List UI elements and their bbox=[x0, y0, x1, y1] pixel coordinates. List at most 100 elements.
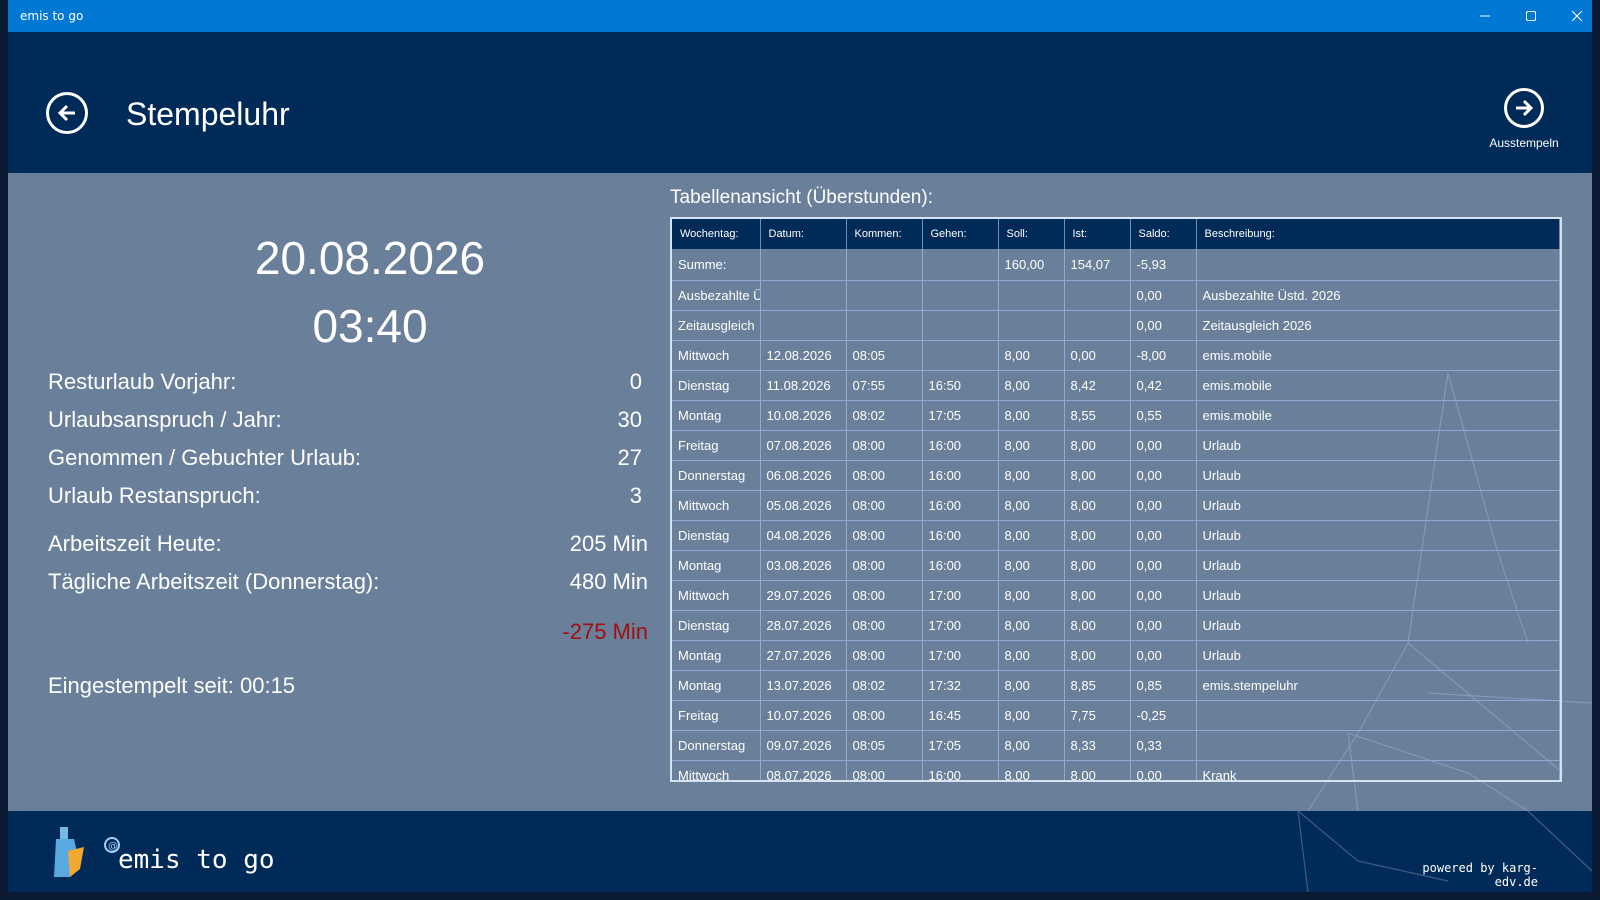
table-cell: 8,00 bbox=[1064, 460, 1131, 491]
table-cell: 8,00 bbox=[998, 580, 1065, 611]
table-cell: 17:00 bbox=[922, 580, 999, 611]
stat-row-worktime-today: Arbeitszeit Heute: 205 Min bbox=[48, 531, 648, 561]
table-cell: 8,00 bbox=[1064, 760, 1131, 780]
stat-row-previous-year-vacation: Resturlaub Vorjahr: 0 bbox=[48, 369, 648, 399]
table-row[interactable]: Dienstag 04.08.2026 08:00 16:00 8,00 8,00 0,00… bbox=[672, 520, 1560, 551]
table-row[interactable]: Donnerstag 09.07.2026 08:05 17:05 8,00 8,33 0,… bbox=[672, 730, 1560, 761]
table-cell: 8,00 bbox=[1064, 640, 1131, 671]
table-cell: 13.07.2026 bbox=[760, 670, 847, 701]
table-cell: Urlaub bbox=[1196, 490, 1560, 521]
table-row[interactable]: Freitag 10.07.2026 08:00 16:45 8,00 7,75 -0,25 bbox=[672, 700, 1560, 731]
table-row[interactable]: Mittwoch 05.08.2026 08:00 16:00 8,00 8,00 0,00… bbox=[672, 490, 1560, 521]
table-cell: 8,00 bbox=[998, 520, 1065, 551]
table-row[interactable]: Dienstag 28.07.2026 08:00 17:00 8,00 8,00 0,00… bbox=[672, 610, 1560, 641]
back-button[interactable] bbox=[46, 92, 88, 134]
table-cell: 17:05 bbox=[922, 400, 999, 431]
table-cell: 0,00 bbox=[1130, 460, 1197, 491]
table-cell: Ausbezahlte Ü bbox=[672, 280, 761, 311]
table-cell: 10.07.2026 bbox=[760, 700, 847, 731]
table-cell: 08:05 bbox=[846, 340, 923, 371]
stat-value: 0 bbox=[629, 369, 642, 394]
table-cell: 8,85 bbox=[1064, 670, 1131, 701]
stat-value: 205 Min bbox=[569, 531, 648, 556]
table-cell: emis.stempeluhr bbox=[1196, 670, 1560, 701]
table-cell: 8,00 bbox=[998, 400, 1065, 431]
table-cell: 0,00 bbox=[1130, 550, 1197, 581]
table-cell: Urlaub bbox=[1196, 550, 1560, 581]
maximize-button[interactable] bbox=[1508, 0, 1554, 32]
table-row[interactable]: Montag 27.07.2026 08:00 17:00 8,00 8,00 0,00 Ur… bbox=[672, 640, 1560, 671]
table-cell: 28.07.2026 bbox=[760, 610, 847, 641]
page-header: Stempeluhr Ausstempeln bbox=[8, 32, 1592, 173]
svg-text:@: @ bbox=[108, 841, 118, 852]
table-cell: 05.08.2026 bbox=[760, 490, 847, 521]
table-cell: Montag bbox=[672, 400, 761, 431]
table-cell: 0,00 bbox=[1130, 430, 1197, 461]
table-row[interactable]: Mittwoch 12.08.2026 08:05 8,00 0,00 -8,00 emis… bbox=[672, 340, 1560, 371]
minimize-button[interactable] bbox=[1462, 0, 1508, 32]
table-cell: 08.07.2026 bbox=[760, 760, 847, 780]
column-header[interactable]: Datum: bbox=[760, 219, 847, 249]
table-cell: 0,00 bbox=[1130, 310, 1197, 341]
close-icon bbox=[1572, 11, 1582, 21]
table-row[interactable]: Donnerstag 06.08.2026 08:00 16:00 8,00 8,00 0,… bbox=[672, 460, 1560, 491]
stat-value: 3 bbox=[629, 483, 642, 508]
table-row[interactable]: Mittwoch 08.07.2026 08:00 16:00 8,00 8,00 0,00… bbox=[672, 760, 1560, 780]
table-cell: Donnerstag bbox=[672, 730, 761, 761]
table-row[interactable]: Montag 10.08.2026 08:02 17:05 8,00 8,55 0,55 em… bbox=[672, 400, 1560, 431]
table-cell: 09.07.2026 bbox=[760, 730, 847, 761]
table-cell: 08:00 bbox=[846, 430, 923, 461]
table-cell: Mittwoch bbox=[672, 340, 761, 371]
table-cell bbox=[922, 340, 999, 371]
table-cell: 8,00 bbox=[998, 550, 1065, 581]
clock-out-button[interactable] bbox=[1504, 88, 1544, 128]
table-cell: 17:00 bbox=[922, 610, 999, 641]
table-cell: 08:00 bbox=[846, 520, 923, 551]
column-header[interactable]: Wochentag: bbox=[672, 219, 761, 249]
table-cell: 0,00 bbox=[1130, 490, 1197, 521]
column-header[interactable]: Soll: bbox=[998, 219, 1065, 249]
table-cell: 16:00 bbox=[922, 490, 999, 521]
table-cell: 8,00 bbox=[1064, 580, 1131, 611]
table-cell: 07.08.2026 bbox=[760, 430, 847, 461]
app-window: emis to go Stempeluhr Ausstempeln 20.08.… bbox=[8, 0, 1592, 892]
powered-by[interactable]: powered by karg-edv.de bbox=[1388, 861, 1538, 889]
table-cell: 8,00 bbox=[998, 610, 1065, 641]
close-button[interactable] bbox=[1554, 0, 1600, 32]
column-header[interactable]: Beschreibung: bbox=[1196, 219, 1560, 249]
column-header[interactable]: Saldo: bbox=[1130, 219, 1197, 249]
table-cell: 8,00 bbox=[998, 460, 1065, 491]
table-row[interactable]: Zeitausgleich 0,00 Zeitausgleich 2026 bbox=[672, 310, 1560, 341]
table-cell: 17:05 bbox=[922, 730, 999, 761]
table-cell: emis.mobile bbox=[1196, 370, 1560, 401]
column-header[interactable]: Ist: bbox=[1064, 219, 1131, 249]
overtime-table[interactable]: Wochentag: Datum: Kommen: Gehen: Soll: I… bbox=[670, 217, 1562, 782]
table-row[interactable]: Ausbezahlte Ü 0,00 Ausbezahlte Üstd. 2026 bbox=[672, 280, 1560, 311]
table-row[interactable]: Freitag 07.08.2026 08:00 16:00 8,00 8,00 0,00 U… bbox=[672, 430, 1560, 461]
table-cell: 16:00 bbox=[922, 430, 999, 461]
table-cell: Freitag bbox=[672, 700, 761, 731]
logo-text: emis to go bbox=[118, 845, 275, 875]
table-row[interactable]: Montag 13.07.2026 08:02 17:32 8,00 8,85 0,85 em… bbox=[672, 670, 1560, 701]
stat-row-remaining-vacation: Urlaub Restanspruch: 3 bbox=[48, 483, 648, 513]
table-row[interactable]: Mittwoch 29.07.2026 08:00 17:00 8,00 8,00 0,00… bbox=[672, 580, 1560, 611]
table-cell: 8,00 bbox=[998, 700, 1065, 731]
table-cell: 08:02 bbox=[846, 400, 923, 431]
table-row[interactable]: Montag 03.08.2026 08:00 16:00 8,00 8,00 0,00 Ur… bbox=[672, 550, 1560, 581]
column-header[interactable]: Gehen: bbox=[922, 219, 999, 249]
table-cell: 0,55 bbox=[1130, 400, 1197, 431]
footer: @ emis to go powered by karg-edv.de bbox=[8, 811, 1592, 892]
table-cell: 8,00 bbox=[998, 760, 1065, 780]
clock-out-label[interactable]: Ausstempeln bbox=[1468, 136, 1580, 150]
table-summary-row[interactable]: Summe: 160,00 154,07 -5,93 bbox=[672, 249, 1560, 281]
table-cell bbox=[1064, 310, 1131, 341]
table-cell: emis.mobile bbox=[1196, 400, 1560, 431]
table-cell: 0,33 bbox=[1130, 730, 1197, 761]
table-cell: 27.07.2026 bbox=[760, 640, 847, 671]
table-cell: Dienstag bbox=[672, 370, 761, 401]
table-cell: 29.07.2026 bbox=[760, 580, 847, 611]
column-header[interactable]: Kommen: bbox=[846, 219, 923, 249]
stat-value: 480 Min bbox=[569, 569, 648, 594]
table-row[interactable]: Dienstag 11.08.2026 07:55 16:50 8,00 8,42 0,42… bbox=[672, 370, 1560, 401]
emis-logo-icon: @ bbox=[54, 827, 120, 877]
